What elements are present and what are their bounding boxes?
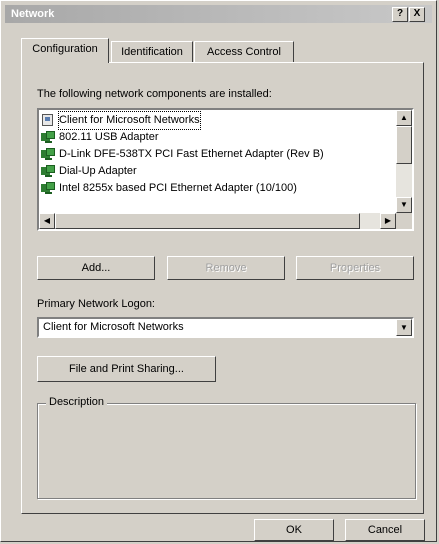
list-item-label: 802.11 USB Adapter bbox=[59, 131, 159, 143]
components-heading: The following network components are ins… bbox=[37, 88, 272, 100]
window-title: Network bbox=[11, 8, 55, 20]
tab-configuration-label: Configuration bbox=[32, 43, 98, 55]
horizontal-scrollbar[interactable]: ◀ ▶ bbox=[39, 213, 396, 229]
cancel-button[interactable]: Cancel bbox=[345, 519, 425, 541]
primary-logon-select[interactable]: Client for Microsoft Networks ▼ bbox=[37, 317, 414, 338]
vertical-scrollbar[interactable]: ▲ ▼ bbox=[396, 110, 412, 213]
network-dialog: Network ? X Identification Access Contro… bbox=[0, 0, 437, 542]
network-adapter-icon bbox=[41, 165, 55, 177]
client-icon bbox=[42, 114, 53, 126]
primary-logon-label: Primary Network Logon: bbox=[37, 298, 155, 310]
scroll-corner bbox=[396, 213, 412, 229]
description-title: Description bbox=[46, 396, 108, 408]
list-item-label: D-Link DFE-538TX PCI Fast Ethernet Adapt… bbox=[59, 148, 324, 160]
properties-button[interactable]: Properties bbox=[296, 256, 414, 280]
remove-button[interactable]: Remove bbox=[167, 256, 285, 280]
tab-access-control-label: Access Control bbox=[207, 46, 281, 58]
ok-button[interactable]: OK bbox=[254, 519, 334, 541]
tab-identification-label: Identification bbox=[121, 46, 183, 58]
tab-identification[interactable]: Identification bbox=[111, 41, 193, 63]
scroll-up-icon[interactable]: ▲ bbox=[396, 110, 412, 126]
scroll-left-icon[interactable]: ◀ bbox=[39, 213, 55, 229]
list-item-label: Intel 8255x based PCI Ethernet Adapter (… bbox=[59, 182, 297, 194]
chevron-down-icon[interactable]: ▼ bbox=[396, 319, 412, 336]
title-bar[interactable]: Network ? X bbox=[5, 5, 432, 23]
tab-access-control[interactable]: Access Control bbox=[194, 41, 294, 63]
list-item-label: Dial-Up Adapter bbox=[59, 165, 137, 177]
network-adapter-icon bbox=[41, 131, 55, 143]
components-list[interactable]: Client for Microsoft Networks 802.11 USB… bbox=[37, 108, 414, 231]
description-group bbox=[37, 403, 416, 499]
list-item[interactable]: Client for Microsoft Networks bbox=[41, 111, 396, 130]
network-adapter-icon bbox=[41, 182, 55, 194]
add-button[interactable]: Add... bbox=[37, 256, 155, 280]
vertical-scroll-thumb[interactable] bbox=[396, 126, 412, 164]
list-item-label: Client for Microsoft Networks bbox=[58, 111, 201, 130]
horizontal-scroll-thumb[interactable] bbox=[55, 213, 360, 229]
close-button[interactable]: X bbox=[409, 7, 425, 22]
file-and-print-sharing-button[interactable]: File and Print Sharing... bbox=[37, 356, 216, 382]
network-adapter-icon bbox=[41, 148, 55, 160]
tab-configuration[interactable]: Configuration bbox=[21, 38, 109, 63]
primary-logon-value: Client for Microsoft Networks bbox=[43, 321, 184, 333]
scroll-right-icon[interactable]: ▶ bbox=[380, 213, 396, 229]
help-button[interactable]: ? bbox=[392, 7, 408, 22]
scroll-down-icon[interactable]: ▼ bbox=[396, 197, 412, 213]
